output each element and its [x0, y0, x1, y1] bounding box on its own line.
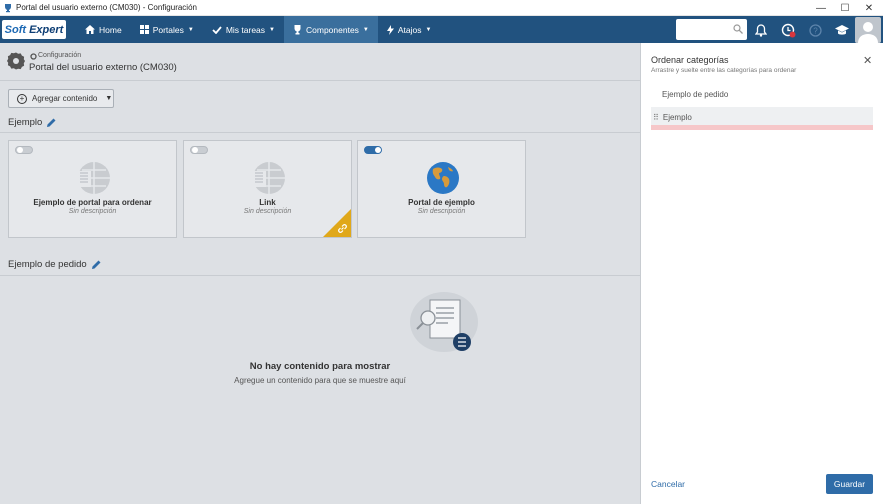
- card-description: Sin descripción: [417, 208, 466, 215]
- save-button[interactable]: Guardar: [826, 474, 873, 494]
- portal-placeholder-icon: [252, 162, 285, 194]
- edit-pencil-icon[interactable]: [91, 260, 101, 269]
- cancel-button[interactable]: Cancelar: [651, 479, 685, 489]
- chevron-down-icon: ▼: [269, 26, 275, 33]
- nav-home-label: Home: [99, 24, 122, 35]
- notifications-bell-icon[interactable]: [753, 22, 769, 38]
- nav-portales-label: Portales: [152, 24, 184, 35]
- logo-text-2: Expert: [29, 23, 64, 36]
- chevron-down-icon: ▼: [187, 26, 194, 33]
- page-title: Portal del usuario externo (CM030): [29, 62, 177, 73]
- drag-handle-icon[interactable]: ⠿: [653, 113, 659, 122]
- maximize-button[interactable]: ☐: [833, 0, 857, 16]
- chevron-down-icon: ▼: [425, 26, 432, 33]
- top-navbar: Soft Expert Home Portales ▼ Mis tareas ▼…: [0, 16, 883, 43]
- trophy-icon: [294, 24, 301, 34]
- content-card[interactable]: Ejemplo de portal para ordenar Sin descr…: [8, 140, 177, 238]
- svg-text:?: ?: [813, 26, 818, 35]
- edit-pencil-icon[interactable]: [47, 118, 56, 127]
- section-divider: [0, 275, 640, 276]
- panel-title: Ordenar categorías: [651, 55, 729, 65]
- window-title: Portal del usuario externo (CM030) - Con…: [16, 3, 197, 12]
- content-card[interactable]: Portal de ejemplo Sin descripción: [357, 140, 526, 238]
- card-title: Link: [259, 198, 276, 207]
- breadcrumb[interactable]: Configuración: [38, 52, 81, 59]
- content-card[interactable]: Link Sin descripción: [183, 140, 352, 238]
- graduation-cap-icon[interactable]: [834, 22, 850, 38]
- search-input[interactable]: [676, 19, 747, 40]
- avatar[interactable]: [855, 17, 881, 43]
- minimize-button[interactable]: —: [809, 0, 833, 16]
- portal-placeholder-icon: [77, 162, 110, 194]
- category-item[interactable]: Ejemplo de pedido: [651, 84, 873, 104]
- nav-mis-tareas[interactable]: Mis tareas ▼: [203, 16, 284, 43]
- search-icon: [733, 24, 743, 34]
- home-icon: [85, 25, 95, 34]
- panel-subtitle: Arrastre y suelte entre las categorías p…: [651, 67, 797, 74]
- enable-toggle[interactable]: [190, 146, 208, 154]
- settings-gear-icon: [7, 52, 25, 70]
- close-window-button[interactable]: ✕: [857, 0, 881, 16]
- enable-toggle[interactable]: [364, 146, 382, 154]
- main-content: [0, 43, 640, 504]
- softexpert-logo[interactable]: Soft Expert: [2, 20, 66, 39]
- header-divider: [0, 80, 640, 81]
- chevron-down-icon: ▼: [362, 26, 369, 33]
- link-icon: [338, 224, 347, 233]
- caret-down-icon: ▼: [105, 95, 113, 102]
- card-description: Sin descripción: [68, 208, 117, 215]
- window-titlebar: Portal del usuario externo (CM030) - Con…: [0, 0, 883, 16]
- nav-atajos[interactable]: Atajos ▼: [378, 16, 441, 43]
- category-label: Ejemplo de pedido: [662, 89, 729, 99]
- check-icon: [212, 25, 222, 34]
- category-label: Ejemplo: [662, 112, 692, 122]
- bolt-icon: [386, 24, 394, 35]
- order-categories-panel: Ordenar categorías Arrastre y suelte ent…: [640, 43, 883, 504]
- nav-portales[interactable]: Portales ▼: [131, 16, 203, 43]
- nav-mis-tareas-label: Mis tareas: [225, 24, 266, 35]
- section-title-label: Ejemplo de pedido: [8, 259, 87, 270]
- section-title-label: Ejemplo: [8, 117, 43, 128]
- app-trophy-icon: [5, 3, 11, 12]
- section-divider: [0, 132, 640, 133]
- help-icon[interactable]: ?: [807, 22, 823, 38]
- enable-toggle[interactable]: [15, 146, 33, 154]
- nav-atajos-label: Atajos: [397, 24, 422, 35]
- tasks-clock-icon[interactable]: [780, 22, 796, 38]
- nav-home[interactable]: Home: [76, 16, 131, 43]
- section-title-ejemplo: Ejemplo: [8, 117, 56, 128]
- nav-componentes[interactable]: Componentes ▼: [284, 16, 378, 43]
- empty-state-title: No hay contenido para mostrar: [249, 361, 391, 372]
- empty-document-illustration-icon: [410, 292, 478, 352]
- grid-icon: [139, 25, 149, 34]
- card-title: Portal de ejemplo: [408, 198, 475, 207]
- card-title: Ejemplo de portal para ordenar: [33, 198, 152, 207]
- globe-icon: [427, 162, 459, 194]
- plus-circle-icon: +: [17, 93, 27, 104]
- add-content-label: Agregar contenido: [32, 94, 98, 103]
- logo-text-1: Soft: [4, 23, 27, 36]
- close-icon[interactable]: ✕: [863, 54, 872, 67]
- section-title-ejemplo-de-pedido: Ejemplo de pedido: [8, 259, 101, 270]
- drop-indicator: [651, 125, 873, 130]
- empty-state-subtitle: Agregue un contenido para que se muestre…: [234, 376, 406, 385]
- nav-componentes-label: Componentes: [306, 24, 359, 35]
- add-content-button[interactable]: + Agregar contenido ▼: [8, 89, 114, 108]
- category-item-dragging[interactable]: ⠿ Ejemplo: [651, 107, 873, 127]
- gear-small-icon: [30, 53, 37, 60]
